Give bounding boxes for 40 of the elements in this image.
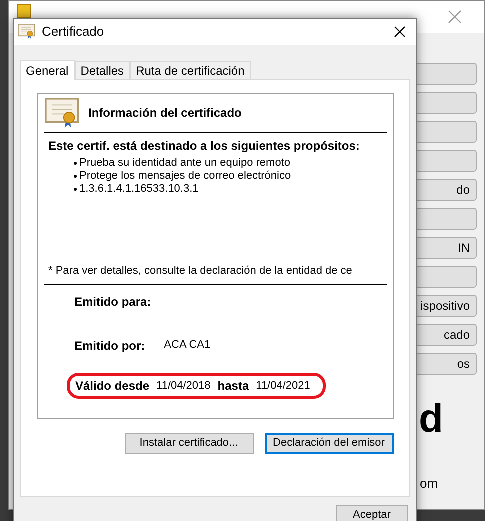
dialog-button[interactable]: Declaración del emisor [264,433,394,454]
side-button[interactable]: ispositivo [414,295,477,317]
tab[interactable]: General [20,60,75,80]
side-button[interactable] [414,92,477,114]
issued-by-value: ACA CA1 [164,338,211,353]
side-button[interactable]: cado [414,324,477,346]
accept-button[interactable]: Aceptar [336,505,408,521]
side-button[interactable]: do [414,179,477,201]
purpose-item: 1.3.6.1.4.1.16533.10.3.1 [80,183,199,196]
issued-by-label: Emitido por: [74,338,146,355]
certificate-icon [44,98,80,128]
app-icon [17,4,31,18]
bullet-icon [74,175,76,178]
tab[interactable]: Detalles [74,61,130,79]
info-title: Información del certificado [88,105,242,122]
dialog-button[interactable]: Instalar certificado... [124,433,254,454]
close-icon[interactable] [394,26,406,38]
issued-to-label: Emitido para: [74,294,152,311]
bullet-icon [74,162,76,165]
details-note: * Para ver detalles, consulte la declaración de la entidad de ce [48,264,354,279]
valid-from-date: 11/04/2018 [156,378,211,394]
side-button[interactable] [414,266,477,288]
purpose-item: Prueba su identidad ante un equipo remoto [80,157,290,170]
purpose-item: Protege los mensajes de correo electrónico [80,170,292,183]
purposes-heading: Este certif. está destinado a los siguientes propósitos: [48,138,361,155]
side-button[interactable] [414,150,477,172]
dialog-title: Certificado [42,23,104,42]
side-button[interactable]: os [414,353,477,375]
valid-from-label: Válido desde [76,378,150,395]
certificate-icon [18,24,36,40]
side-button[interactable] [414,63,477,85]
side-button[interactable] [414,208,477,230]
tab[interactable]: Ruta de certificación [130,61,251,79]
url-fragment: om [420,475,438,493]
bullet-icon [74,188,76,191]
valid-to-date: 11/04/2021 [256,378,310,394]
side-button[interactable] [414,121,477,143]
valid-to-label: hasta [218,378,250,395]
logo-fragment: d [419,399,444,439]
side-button[interactable]: IN [414,237,477,259]
